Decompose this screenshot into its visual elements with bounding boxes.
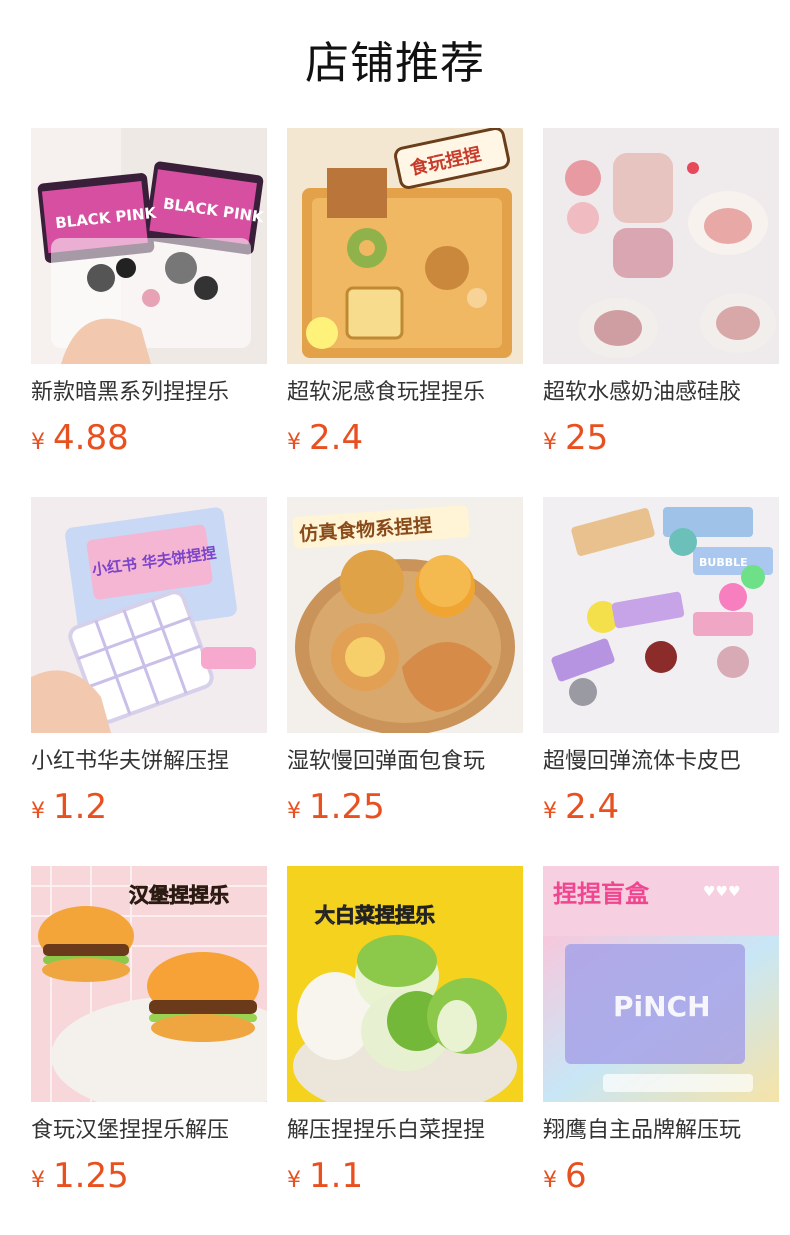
product-name[interactable]: 超软泥感食玩捏捏乐 — [287, 378, 523, 408]
product-image[interactable]: 汉堡捏捏乐 — [31, 866, 267, 1102]
product-card[interactable]: 食玩捏捏 超软泥感食玩捏捏乐 ¥2.4 — [287, 128, 523, 497]
currency-symbol: ¥ — [287, 430, 301, 455]
product-name[interactable]: 超软水感奶油感硅胶 — [543, 378, 779, 408]
product-price: ¥2.4 — [543, 785, 619, 829]
product-price: ¥1.25 — [287, 785, 385, 829]
price-value: 4.88 — [53, 418, 129, 458]
product-card[interactable]: 超软水感奶油感硅胶 ¥25 — [543, 128, 779, 497]
product-image[interactable]: 大白菜捏捏乐 — [287, 866, 523, 1102]
product-card[interactable]: 仿真食物系捏捏 湿软慢回弹面包食玩 ¥1.25 — [287, 497, 523, 866]
product-image[interactable]: BLACK PINK BLACK PINK — [31, 128, 267, 364]
product-grid: BLACK PINK BLACK PINK 新款暗黑系列捏捏乐 ¥4.88 食玩… — [31, 128, 779, 1235]
currency-symbol: ¥ — [31, 799, 45, 824]
product-name[interactable]: 超慢回弹流体卡皮巴 — [543, 747, 779, 777]
price-value: 6 — [565, 1156, 587, 1196]
currency-symbol: ¥ — [543, 1168, 557, 1193]
overlay-text: 大白菜捏捏乐 — [315, 903, 435, 927]
product-card[interactable]: 大白菜捏捏乐 解压捏捏乐白菜捏捏 ¥1.1 — [287, 866, 523, 1235]
currency-symbol: ¥ — [31, 430, 45, 455]
price-value: 1.2 — [53, 787, 108, 827]
product-price: ¥2.4 — [287, 416, 363, 460]
product-name[interactable]: 翔鹰自主品牌解压玩 — [543, 1116, 779, 1146]
product-price: ¥1.2 — [31, 785, 107, 829]
currency-symbol: ¥ — [31, 1168, 45, 1193]
overlay-text: BUBBLE — [699, 556, 748, 569]
product-card[interactable]: BUBBLE 超慢回弹流体卡皮巴 ¥2.4 — [543, 497, 779, 866]
product-image[interactable]: 捏捏盲盒 ♥♥♥ PiNCH — [543, 866, 779, 1102]
price-value: 2.4 — [309, 418, 364, 458]
overlay-text: 捏捏盲盒 — [553, 880, 650, 908]
product-image[interactable]: 食玩捏捏 — [287, 128, 523, 364]
svg-text:♥♥♥: ♥♥♥ — [703, 884, 741, 900]
product-price: ¥1.1 — [287, 1154, 363, 1198]
product-name[interactable]: 新款暗黑系列捏捏乐 — [31, 378, 267, 408]
product-card[interactable]: 小红书 华夫饼捏捏 小红书华夫饼解压捏 ¥1.2 — [31, 497, 267, 866]
currency-symbol: ¥ — [543, 799, 557, 824]
product-card[interactable]: 捏捏盲盒 ♥♥♥ PiNCH 翔鹰自主品牌解压玩 ¥6 — [543, 866, 779, 1235]
product-name[interactable]: 湿软慢回弹面包食玩 — [287, 747, 523, 777]
price-value: 1.1 — [309, 1156, 364, 1196]
price-value: 2.4 — [565, 787, 620, 827]
currency-symbol: ¥ — [287, 799, 301, 824]
product-price: ¥4.88 — [31, 416, 129, 460]
product-card[interactable]: BLACK PINK BLACK PINK 新款暗黑系列捏捏乐 ¥4.88 — [31, 128, 267, 497]
product-image[interactable] — [543, 128, 779, 364]
product-image[interactable]: BUBBLE — [543, 497, 779, 733]
product-name[interactable]: 食玩汉堡捏捏乐解压 — [31, 1116, 267, 1146]
overlay-text: 汉堡捏捏乐 — [129, 883, 229, 907]
product-image[interactable]: 小红书 华夫饼捏捏 — [31, 497, 267, 733]
currency-symbol: ¥ — [287, 1168, 301, 1193]
product-price: ¥6 — [543, 1154, 587, 1198]
product-name[interactable]: 小红书华夫饼解压捏 — [31, 747, 267, 777]
product-name[interactable]: 解压捏捏乐白菜捏捏 — [287, 1116, 523, 1146]
price-value: 25 — [565, 418, 609, 458]
price-value: 1.25 — [53, 1156, 129, 1196]
section-title: 店铺推荐 — [305, 38, 485, 89]
product-price: ¥25 — [543, 416, 608, 460]
currency-symbol: ¥ — [543, 430, 557, 455]
product-image[interactable]: 仿真食物系捏捏 — [287, 497, 523, 733]
svg-text:PiNCH: PiNCH — [613, 990, 711, 1023]
product-price: ¥1.25 — [31, 1154, 129, 1198]
product-card[interactable]: 汉堡捏捏乐 食玩汉堡捏捏乐解压 ¥1.25 — [31, 866, 267, 1235]
price-value: 1.25 — [309, 787, 385, 827]
